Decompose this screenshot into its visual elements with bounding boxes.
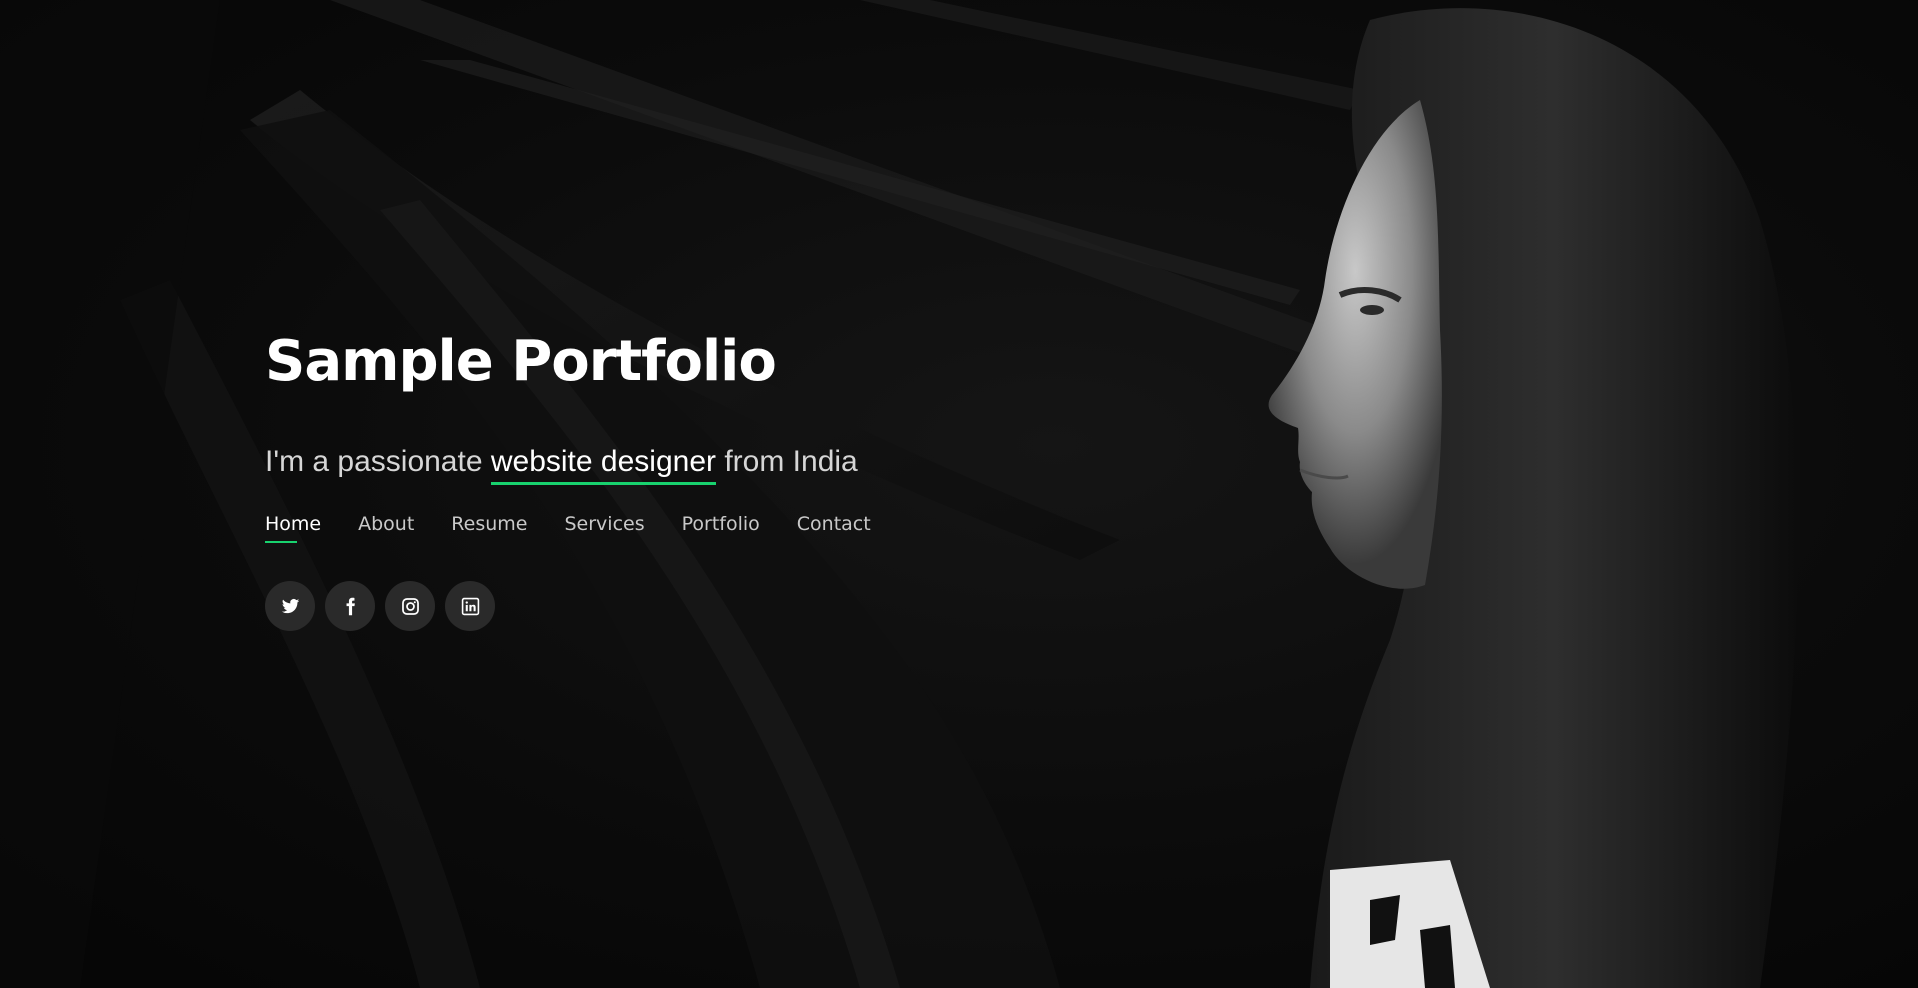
nav-item-portfolio[interactable]: Portfolio bbox=[682, 513, 760, 543]
tagline-prefix: I'm a passionate bbox=[265, 445, 483, 478]
hero-tagline: I'm a passionate website designer from I… bbox=[265, 442, 1025, 485]
main-nav: Home About Resume Services Portfolio Con… bbox=[265, 513, 1025, 543]
nav-item-about[interactable]: About bbox=[358, 513, 414, 543]
hero-content: Sample Portfolio I'm a passionate websit… bbox=[265, 320, 1025, 631]
twitter-icon bbox=[281, 598, 299, 613]
nav-item-resume[interactable]: Resume bbox=[451, 513, 527, 543]
instagram-icon bbox=[401, 597, 419, 615]
twitter-button[interactable] bbox=[265, 581, 315, 631]
instagram-button[interactable] bbox=[385, 581, 435, 631]
tagline-highlight: website designer bbox=[490, 444, 716, 485]
facebook-icon bbox=[346, 597, 355, 615]
site-title: Sample Portfolio bbox=[265, 329, 777, 394]
nav-item-contact[interactable]: Contact bbox=[797, 513, 871, 543]
linkedin-icon bbox=[461, 597, 479, 615]
linkedin-button[interactable] bbox=[445, 581, 495, 631]
tagline-suffix: from India bbox=[724, 445, 858, 478]
facebook-button[interactable] bbox=[325, 581, 375, 631]
hero-section: Sample Portfolio I'm a passionate websit… bbox=[0, 0, 1918, 988]
nav-item-home[interactable]: Home bbox=[265, 513, 321, 543]
social-links bbox=[265, 581, 1025, 631]
nav-item-services[interactable]: Services bbox=[564, 513, 644, 543]
